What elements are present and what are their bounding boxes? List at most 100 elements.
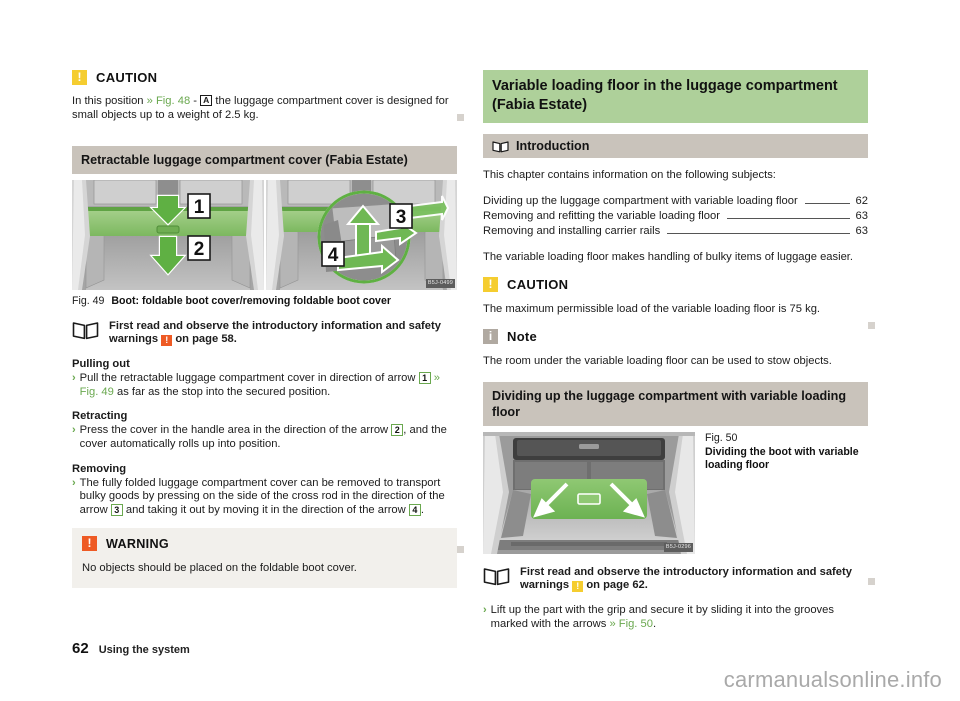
figure-49-illustration: 1 2 3 4 bbox=[72, 180, 457, 291]
removing-b: and taking it out by moving it in the di… bbox=[122, 503, 409, 516]
section-heading-dividing: Dividing up the luggage compartment with… bbox=[483, 382, 868, 427]
caution-title: CAUTION bbox=[507, 277, 569, 293]
introduction-toc: Dividing up the luggage compartment with… bbox=[483, 194, 868, 239]
footer-section-label: Using the system bbox=[98, 644, 190, 656]
intro-right-a: First read and observe the introductory … bbox=[520, 566, 852, 592]
watermark: carmanualsonline.info bbox=[723, 667, 942, 692]
section-heading-retractable-cover: Retractable luggage compartment cover (F… bbox=[72, 146, 457, 175]
section-heading-label: Retractable luggage compartment cover (F… bbox=[81, 153, 408, 168]
caution-text-a: In this position bbox=[72, 95, 147, 107]
warning-block: ! WARNING No objects should be placed on… bbox=[72, 528, 457, 588]
figure-50-photo: B5J-0296 bbox=[483, 432, 695, 555]
toc-page: 62 bbox=[855, 194, 868, 207]
ref-box-4: 4 bbox=[408, 503, 421, 516]
pulling-out-heading: Pulling out bbox=[72, 358, 130, 371]
intro-left-a: First read and observe the introductory … bbox=[109, 320, 441, 346]
caution-header: ! CAUTION bbox=[483, 277, 868, 293]
introduction-heading-banner: Introduction bbox=[483, 134, 868, 158]
ref-box-3: 3 bbox=[110, 503, 123, 516]
caution-inline-icon: ! bbox=[572, 581, 584, 593]
chapter-title-banner: Variable loading floor in the luggage co… bbox=[483, 70, 868, 123]
note-block: i Note The room under the variable loadi… bbox=[483, 328, 868, 369]
toc-row[interactable]: Removing and installing carrier rails 63 bbox=[483, 224, 868, 239]
caution-header: ! CAUTION bbox=[72, 70, 457, 85]
toc-label: Removing and installing carrier rails bbox=[483, 224, 661, 237]
right-column: Variable loading floor in the luggage co… bbox=[483, 70, 868, 632]
svg-text:4: 4 bbox=[328, 245, 339, 266]
instruction-a: Lift up the part with the grip and secur… bbox=[490, 604, 834, 630]
note-text: The room under the variable loading floo… bbox=[483, 354, 832, 367]
fig50-link[interactable]: » Fig. 50 bbox=[609, 618, 653, 630]
figure-50-row: B5J-0296 Fig. 50 Dividing the boot with … bbox=[483, 432, 868, 555]
warning-icon: ! bbox=[82, 536, 97, 552]
figure-49-caption: Fig. 49 Boot: foldable boot cover/removi… bbox=[72, 295, 457, 308]
intro-left-b: on page 58. bbox=[172, 333, 237, 346]
retracting-item: › Press the cover in the handle area in … bbox=[72, 424, 457, 451]
note-title: Note bbox=[507, 328, 538, 344]
caution-text-b: - bbox=[190, 95, 201, 107]
retracting-text: Press the cover in the handle area in th… bbox=[80, 424, 457, 451]
ref-box-a: A bbox=[200, 95, 213, 106]
toc-row[interactable]: Removing and refitting the variable load… bbox=[483, 209, 868, 224]
caution-text: The maximum permissible load of the vari… bbox=[483, 303, 821, 316]
introduction-body: The variable loading floor makes handlin… bbox=[483, 250, 854, 263]
pulling-out-a: Pull the retractable luggage compartment… bbox=[79, 372, 419, 385]
figure-50-description: Dividing the boot with variable loading … bbox=[705, 446, 859, 472]
warning-text: No objects should be placed on the folda… bbox=[82, 562, 357, 575]
bullet-arrow-icon: › bbox=[72, 424, 76, 437]
bullet-arrow-icon: › bbox=[483, 604, 487, 617]
intro-reference-right-text: First read and observe the introductory … bbox=[520, 566, 868, 593]
margin-marker bbox=[868, 322, 875, 329]
pulling-out-item: › Pull the retractable luggage compartme… bbox=[72, 372, 457, 399]
caution-block-2: ! CAUTION The maximum permissible load o… bbox=[483, 277, 868, 317]
caution-text: In this position » Fig. 48 - A the lugga… bbox=[72, 95, 457, 122]
book-icon bbox=[72, 320, 99, 340]
ref-box-2: 2 bbox=[391, 424, 404, 437]
toc-page: 63 bbox=[855, 209, 868, 222]
removing-text: The fully folded luggage compartment cov… bbox=[80, 477, 457, 518]
book-icon bbox=[483, 566, 510, 586]
instruction-item: › Lift up the part with the grip and sec… bbox=[483, 604, 868, 631]
section-heading-label: Dividing up the luggage compartment with… bbox=[492, 389, 847, 420]
retracting-a: Press the cover in the handle area in th… bbox=[79, 424, 392, 437]
toc-row[interactable]: Dividing up the luggage compartment with… bbox=[483, 194, 868, 209]
intro-right-b: on page 62. bbox=[583, 579, 648, 592]
toc-leader bbox=[667, 232, 850, 234]
pulling-out-b: as far as the stop into the secured posi… bbox=[113, 385, 331, 398]
toc-leader bbox=[804, 202, 850, 204]
warning-inline-icon: ! bbox=[161, 335, 173, 347]
introduction-lead: This chapter contains information on the… bbox=[483, 169, 776, 181]
figure-49-photo: 1 2 3 4 B5J-0499 bbox=[72, 180, 457, 291]
warning-title: WARNING bbox=[106, 536, 169, 551]
intro-reference-left: First read and observe the introductory … bbox=[72, 320, 457, 347]
figure-49-code: B5J-0499 bbox=[425, 279, 455, 289]
instruction-text: Lift up the part with the grip and secur… bbox=[491, 604, 868, 631]
intro-reference-left-text: First read and observe the introductory … bbox=[109, 320, 457, 347]
figure-50-code: B5J-0296 bbox=[663, 543, 693, 553]
introduction-heading: Introduction bbox=[516, 139, 590, 153]
retracting-heading: Retracting bbox=[72, 410, 128, 423]
toc-label: Dividing up the luggage compartment with… bbox=[483, 194, 798, 207]
bullet-arrow-icon: › bbox=[72, 372, 76, 385]
figure-49-number: Fig. 49 bbox=[72, 295, 105, 308]
figure-49-description: Boot: foldable boot cover/removing folda… bbox=[111, 295, 391, 308]
caution-block-1: ! CAUTION In this position » Fig. 48 - A… bbox=[72, 70, 457, 122]
svg-text:1: 1 bbox=[194, 197, 205, 218]
toc-page: 63 bbox=[855, 224, 868, 237]
toc-leader bbox=[726, 217, 850, 219]
removing-heading: Removing bbox=[72, 462, 127, 475]
removing-item: › The fully folded luggage compartment c… bbox=[72, 477, 457, 518]
fig48-link[interactable]: » Fig. 48 bbox=[147, 95, 191, 107]
margin-marker bbox=[868, 578, 875, 585]
margin-marker bbox=[457, 546, 464, 553]
intro-reference-right: First read and observe the introductory … bbox=[483, 566, 868, 593]
book-icon bbox=[492, 140, 509, 153]
figure-50-caption: Fig. 50 Dividing the boot with variable … bbox=[705, 432, 868, 554]
note-icon: i bbox=[483, 328, 498, 344]
chapter-title: Variable loading floor in the luggage co… bbox=[492, 78, 838, 113]
ref-box-1: 1 bbox=[418, 372, 431, 385]
caution-title: CAUTION bbox=[96, 70, 158, 85]
caution-icon: ! bbox=[72, 70, 87, 85]
note-header: i Note bbox=[483, 328, 868, 344]
margin-marker bbox=[457, 114, 464, 121]
